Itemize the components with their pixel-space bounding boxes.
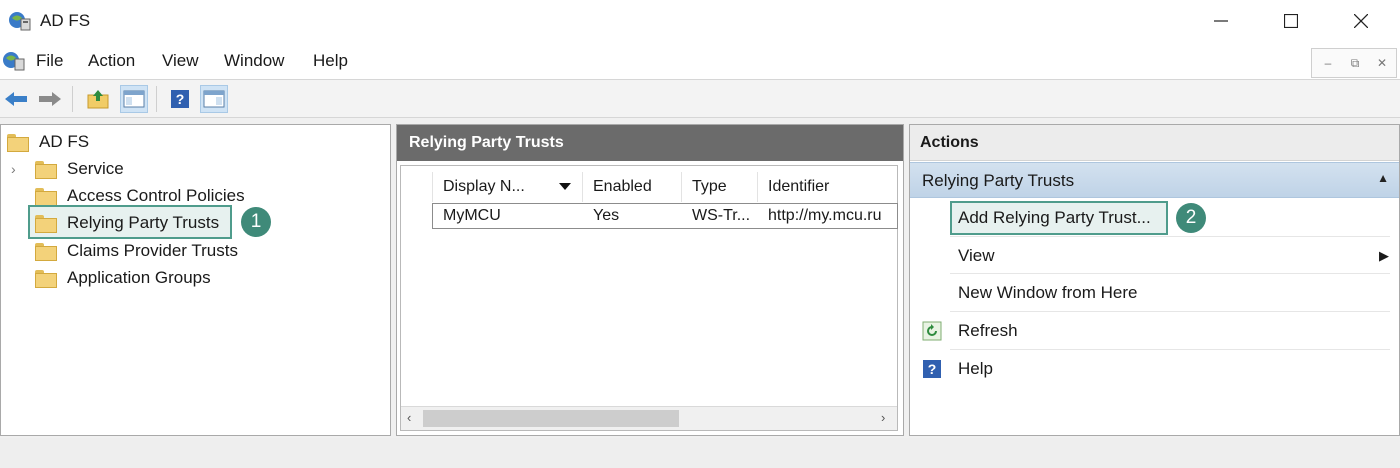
cell-enabled: Yes — [593, 207, 620, 224]
scroll-right-icon[interactable]: › — [881, 410, 885, 425]
column-label: Enabled — [593, 178, 652, 195]
action-new-window-from-here[interactable]: New Window from Here — [958, 283, 1138, 303]
column-enabled[interactable]: Enabled — [582, 172, 681, 202]
actions-section-header[interactable]: Relying Party Trusts ▲ — [910, 162, 1399, 198]
forward-arrow-icon — [39, 92, 61, 106]
mdi-close-icon[interactable]: ✕ — [1372, 53, 1392, 73]
adfs-app-icon — [9, 12, 31, 31]
help-icon: ? — [171, 90, 189, 108]
menu-window[interactable]: Window — [224, 51, 284, 71]
maximize-icon — [1284, 14, 1298, 28]
help-icon: ? — [923, 360, 941, 378]
folder-icon — [35, 243, 57, 261]
tree-item-application-groups[interactable]: Application Groups — [35, 265, 211, 291]
maximize-button[interactable] — [1256, 0, 1326, 42]
section-label: Relying Party Trusts — [922, 171, 1075, 190]
horizontal-scrollbar[interactable]: ‹ › — [401, 406, 897, 430]
close-button[interactable] — [1326, 0, 1396, 42]
show-hide-console-tree-button[interactable] — [120, 85, 148, 113]
relying-party-list: Display N... Enabled Type Identifier MyM… — [400, 165, 898, 431]
folder-icon — [7, 134, 29, 152]
menu-file[interactable]: File — [36, 51, 63, 71]
close-icon — [1354, 14, 1368, 28]
action-refresh[interactable]: Refresh — [958, 321, 1018, 341]
folder-up-icon — [87, 90, 109, 109]
cell-type: WS-Tr... — [692, 207, 751, 224]
submenu-arrow-icon[interactable]: ▶ — [1379, 248, 1389, 264]
up-one-level-button[interactable] — [84, 85, 112, 113]
collapse-up-icon[interactable]: ▲ — [1377, 171, 1389, 185]
column-label: Identifier — [768, 178, 830, 195]
column-type[interactable]: Type — [681, 172, 757, 202]
column-label: Display N... — [443, 178, 525, 195]
callout-badge-1: 1 — [241, 207, 271, 237]
forward-button[interactable] — [36, 85, 64, 113]
console-tree-icon — [123, 90, 145, 108]
tree-item-label: AD FS — [39, 132, 90, 151]
tree-item-relying-party-trusts[interactable]: Relying Party Trusts — [35, 210, 219, 236]
action-help[interactable]: Help — [958, 359, 993, 379]
tree-item-label: Claims Provider Trusts — [67, 241, 238, 260]
table-row[interactable]: MyMCU Yes WS-Tr... http://my.mcu.ru — [432, 203, 898, 229]
window-title: AD FS — [40, 11, 91, 30]
console-tree-panel: AD FS › Service Access Control Policies … — [0, 124, 391, 436]
menu-help[interactable]: Help — [313, 51, 348, 71]
actions-header: Actions — [910, 125, 1399, 161]
folder-icon — [35, 188, 57, 206]
tree-item-label: Access Control Policies — [67, 186, 245, 205]
results-header: Relying Party Trusts — [397, 125, 903, 161]
refresh-icon — [922, 321, 942, 341]
cell-identifier: http://my.mcu.ru — [768, 207, 882, 224]
back-arrow-icon — [5, 92, 27, 106]
tree-item-label: Application Groups — [67, 268, 211, 287]
svg-text:?: ? — [176, 91, 185, 107]
scrollbar-thumb[interactable] — [423, 410, 679, 427]
help-button[interactable]: ? — [166, 85, 194, 113]
folder-icon — [35, 215, 57, 233]
adfs-menu-icon[interactable] — [2, 50, 26, 72]
callout-badge-2: 2 — [1176, 203, 1206, 233]
menu-bar: File Action View Window Help – ⧉ ✕ — [0, 42, 1400, 80]
action-view[interactable]: View — [958, 246, 995, 266]
minimize-icon — [1214, 20, 1228, 22]
tree-item-label: Service — [67, 159, 124, 178]
tree-item-service[interactable]: Service — [35, 156, 124, 182]
cell-display-name: MyMCU — [443, 207, 501, 224]
folder-icon — [35, 270, 57, 288]
title-bar: AD FS — [0, 0, 1400, 42]
action-pane-icon — [203, 90, 225, 108]
menu-view[interactable]: View — [162, 51, 199, 71]
tree-root-adfs[interactable]: AD FS — [7, 129, 89, 155]
tree-item-claims-provider-trusts[interactable]: Claims Provider Trusts — [35, 238, 238, 264]
status-area — [0, 438, 1400, 468]
minimize-button[interactable] — [1186, 0, 1256, 42]
toolbar: ? — [0, 80, 1400, 118]
scroll-left-icon[interactable]: ‹ — [407, 410, 411, 425]
column-display-name[interactable]: Display N... — [432, 172, 582, 202]
show-hide-action-pane-button[interactable] — [200, 85, 228, 113]
column-identifier[interactable]: Identifier — [757, 172, 897, 202]
action-add-relying-party-trust[interactable]: Add Relying Party Trust... — [958, 208, 1151, 228]
tree-item-label: Relying Party Trusts — [67, 213, 220, 232]
mdi-restore-icon[interactable]: ⧉ — [1345, 53, 1365, 73]
column-label: Type — [692, 178, 727, 195]
expand-chevron-icon[interactable]: › — [11, 161, 16, 177]
actions-panel: Actions Relying Party Trusts ▲ Add Relyi… — [909, 124, 1400, 436]
sort-dropdown-icon[interactable] — [559, 183, 571, 191]
mdi-minimize-icon[interactable]: – — [1318, 53, 1338, 73]
results-panel: Relying Party Trusts Display N... Enable… — [396, 124, 904, 436]
folder-icon — [35, 161, 57, 179]
menu-action[interactable]: Action — [88, 51, 135, 71]
svg-text:?: ? — [928, 361, 937, 377]
back-button[interactable] — [2, 85, 30, 113]
mdi-controls: – ⧉ ✕ — [1311, 48, 1397, 78]
